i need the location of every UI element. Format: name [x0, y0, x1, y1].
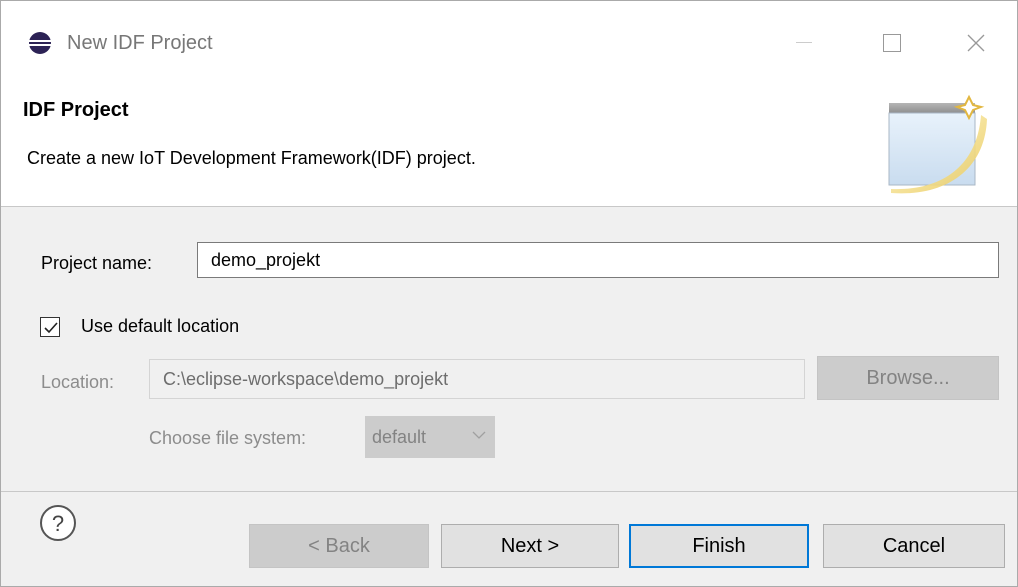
cancel-button[interactable]: Cancel	[823, 524, 1005, 568]
chevron-down-icon	[472, 431, 486, 439]
close-button[interactable]	[953, 23, 999, 63]
project-name-input[interactable]: demo_projekt	[197, 242, 999, 278]
wizard-header: IDF Project Create a new IoT Development…	[1, 79, 1017, 207]
page-title: IDF Project	[23, 99, 129, 121]
page-description: Create a new IoT Development Framework(I…	[27, 148, 476, 168]
minimize-icon	[796, 42, 812, 43]
location-input[interactable]: C:\eclipse-workspace\demo_projekt	[149, 359, 805, 399]
back-button[interactable]: < Back	[249, 524, 429, 568]
file-system-value: default	[372, 427, 427, 447]
minimize-button[interactable]	[781, 23, 827, 63]
checkmark-icon	[44, 322, 58, 334]
help-icon[interactable]: ?	[39, 504, 77, 542]
eclipse-icon	[29, 32, 51, 54]
wizard-content: Project name: demo_projekt Use default l…	[1, 208, 1017, 491]
new-project-wizard-icon	[888, 94, 987, 194]
window-title: New IDF Project	[67, 32, 213, 54]
close-icon	[967, 34, 985, 52]
maximize-button[interactable]	[869, 23, 915, 63]
finish-button[interactable]: Finish	[629, 524, 809, 568]
dialog-window: New IDF Project IDF Project Create a new…	[0, 0, 1018, 587]
wizard-footer: ? < Back Next > Finish Cancel	[1, 492, 1017, 586]
svg-text:?: ?	[52, 511, 64, 536]
location-label: Location:	[41, 372, 115, 392]
file-system-select[interactable]: default	[365, 416, 495, 458]
use-default-location-label[interactable]: Use default location	[81, 316, 239, 337]
title-bar: New IDF Project	[1, 1, 1017, 79]
maximize-icon	[883, 34, 901, 52]
file-system-label: Choose file system:	[149, 428, 307, 448]
browse-button[interactable]: Browse...	[817, 356, 999, 400]
use-default-location-checkbox[interactable]	[40, 317, 60, 337]
next-button[interactable]: Next >	[441, 524, 619, 568]
project-name-label: Project name:	[41, 253, 153, 273]
